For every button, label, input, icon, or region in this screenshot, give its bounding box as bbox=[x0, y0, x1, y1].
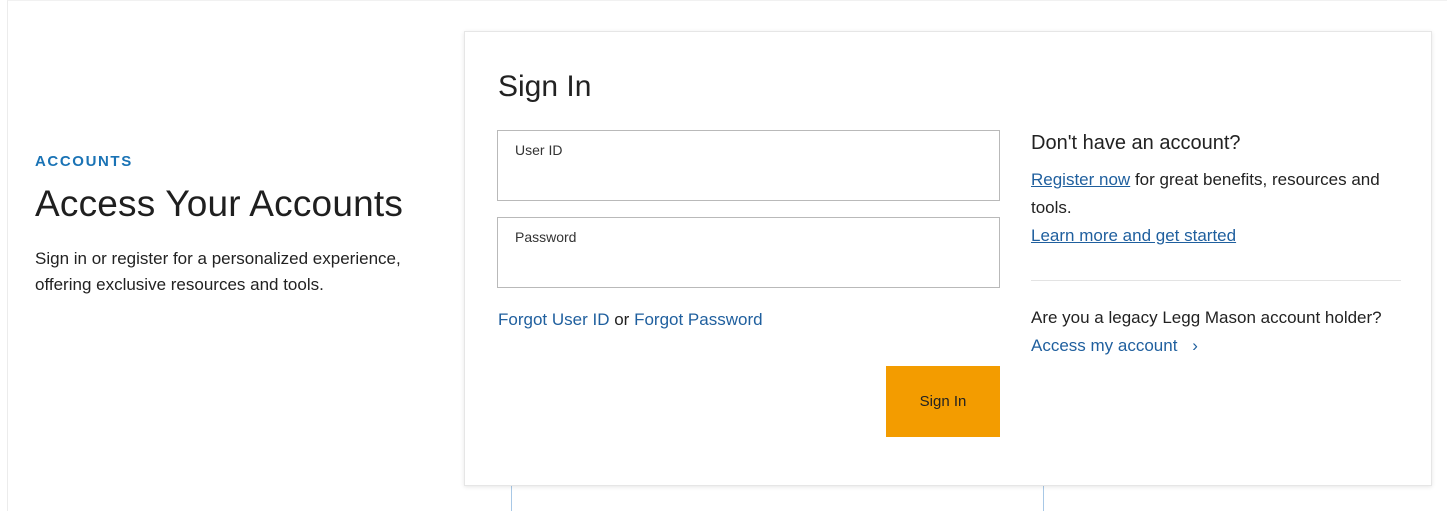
access-my-account-label: Access my account bbox=[1031, 336, 1178, 355]
forgot-user-id-link[interactable]: Forgot User ID bbox=[498, 310, 609, 329]
learn-more-link[interactable]: Learn more and get started bbox=[1031, 226, 1236, 246]
section-eyebrow: ACCOUNTS bbox=[35, 153, 133, 170]
password-field[interactable]: Password bbox=[497, 217, 1000, 288]
page: ACCOUNTS Access Your Accounts Sign in or… bbox=[7, 0, 1447, 511]
chevron-right-icon: › bbox=[1192, 336, 1198, 355]
page-title: Access Your Accounts bbox=[35, 183, 404, 224]
password-label: Password bbox=[515, 229, 577, 245]
signin-card: Sign In User ID Password Forgot User ID … bbox=[464, 31, 1432, 486]
user-id-input[interactable] bbox=[514, 165, 984, 191]
user-id-field[interactable]: User ID bbox=[497, 130, 1000, 201]
access-my-account-link[interactable]: Access my account › bbox=[1031, 336, 1198, 355]
intro-section: ACCOUNTS Access Your Accounts Sign in or… bbox=[35, 153, 425, 298]
user-id-label: User ID bbox=[515, 142, 563, 158]
register-panel: Don't have an account? Register now for … bbox=[1031, 132, 1401, 246]
forgot-password-link[interactable]: Forgot Password bbox=[634, 310, 763, 329]
divider bbox=[1031, 280, 1401, 281]
intro-description: Sign in or register for a personalized e… bbox=[35, 249, 401, 294]
legacy-panel: Are you a legacy Legg Mason account hold… bbox=[1031, 304, 1401, 360]
sign-in-button[interactable]: Sign In bbox=[886, 366, 1000, 437]
register-heading: Don't have an account? bbox=[1031, 132, 1241, 154]
legacy-question: Are you a legacy Legg Mason account hold… bbox=[1031, 308, 1382, 327]
forgot-links: Forgot User ID or Forgot Password bbox=[498, 310, 763, 330]
signin-title: Sign In bbox=[498, 70, 592, 103]
register-text-block: Register now for great benefits, resourc… bbox=[1031, 166, 1401, 222]
forgot-or-text: or bbox=[614, 310, 630, 329]
register-now-link[interactable]: Register now bbox=[1031, 170, 1130, 189]
password-input[interactable] bbox=[514, 252, 984, 278]
